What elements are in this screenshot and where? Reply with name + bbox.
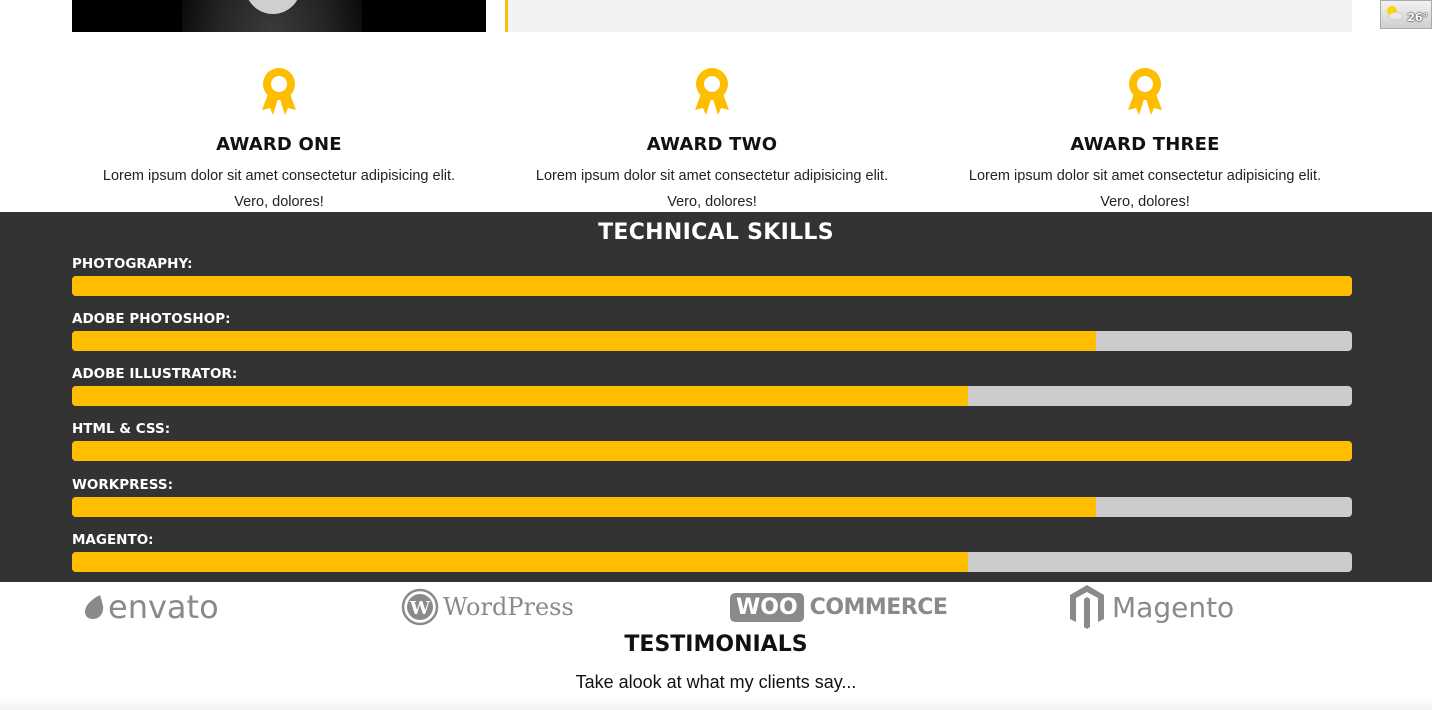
magento-hex-icon [1070, 585, 1104, 629]
skill-photography: PHOTOGRAPHY: [72, 254, 1352, 296]
award-title: AWARD ONE [216, 134, 342, 155]
envato-leaf-icon [85, 595, 104, 619]
envato-logo[interactable]: envato [82, 582, 219, 632]
skill-progress-track [72, 386, 1352, 406]
award-card-three: AWARD THREE Lorem ipsum dolor sit amet c… [938, 66, 1352, 215]
weather-temperature: 26° [1407, 11, 1428, 24]
skill-label: ADOBE ILLUSTRATOR: [72, 366, 238, 382]
wordpress-w-icon: W [401, 588, 439, 626]
skill-photoshop: ADOBE PHOTOSHOP: [72, 309, 1352, 351]
skill-html-css: HTML & CSS: [72, 419, 1352, 461]
award-ribbon-icon [1128, 68, 1162, 115]
testimonials-subtitle: Take alook at what my clients say... [575, 672, 857, 692]
skill-label: ADOBE PHOTOSHOP: [72, 311, 231, 327]
technical-skills-section: TECHNICAL SKILLS PHOTOGRAPHY: ADOBE PHOT… [0, 212, 1432, 582]
skill-label: PHOTOGRAPHY: [72, 256, 193, 272]
profile-photo [72, 0, 486, 32]
skill-progress-track [72, 331, 1352, 351]
award-card-one: AWARD ONE Lorem ipsum dolor sit amet con… [72, 66, 486, 215]
skill-wordpress: WORKPRESS: [72, 475, 1352, 517]
magento-wordmark: Magento [1112, 590, 1235, 624]
commerce-wordmark: COMMERCE [809, 594, 948, 620]
skill-progress-track [72, 276, 1352, 296]
skill-progress-track [72, 497, 1352, 517]
woo-badge: WOO [730, 592, 804, 622]
award-ribbon-icon [695, 68, 729, 115]
envato-wordmark: envato [108, 588, 219, 626]
skill-illustrator: ADOBE ILLUSTRATOR: [72, 364, 1352, 406]
skill-progress-fill [72, 552, 968, 572]
award-title: AWARD THREE [1070, 134, 1220, 155]
section-fade [0, 696, 1432, 710]
skill-progress-track [72, 441, 1352, 461]
client-logos-row: envato W WordPress WOO COMMERCE Magento [0, 582, 1432, 632]
skill-progress-fill [72, 276, 1352, 296]
skill-label: HTML & CSS: [72, 421, 171, 437]
award-text: Lorem ipsum dolor sit amet consectetur a… [968, 168, 1322, 210]
skill-progress-track [72, 552, 1352, 572]
skill-label: WORKPRESS: [72, 477, 173, 493]
award-card-two: AWARD TWO Lorem ipsum dolor sit amet con… [505, 66, 919, 215]
skill-progress-fill [72, 441, 1352, 461]
skill-progress-fill [72, 331, 1096, 351]
about-panel [505, 0, 1352, 32]
testimonials-title: TESTIMONIALS [624, 632, 808, 657]
svg-text:W: W [409, 598, 431, 619]
magento-logo[interactable]: Magento [1068, 582, 1234, 632]
award-text: Lorem ipsum dolor sit amet consectetur a… [535, 168, 889, 210]
award-ribbon-icon [262, 68, 296, 115]
skill-magento: MAGENTO: [72, 530, 1352, 572]
award-title: AWARD TWO [646, 134, 778, 155]
wordpress-wordmark: WordPress [443, 593, 574, 621]
partly-sunny-icon [1387, 6, 1404, 21]
skills-title: TECHNICAL SKILLS [598, 220, 834, 245]
award-text: Lorem ipsum dolor sit amet consectetur a… [102, 168, 456, 210]
woocommerce-logo[interactable]: WOO COMMERCE [730, 582, 948, 632]
wordpress-logo[interactable]: W WordPress [401, 582, 574, 632]
weather-widget[interactable]: 26° [1380, 0, 1432, 29]
skill-progress-fill [72, 386, 968, 406]
skill-progress-fill [72, 497, 1096, 517]
skill-label: MAGENTO: [72, 532, 154, 548]
